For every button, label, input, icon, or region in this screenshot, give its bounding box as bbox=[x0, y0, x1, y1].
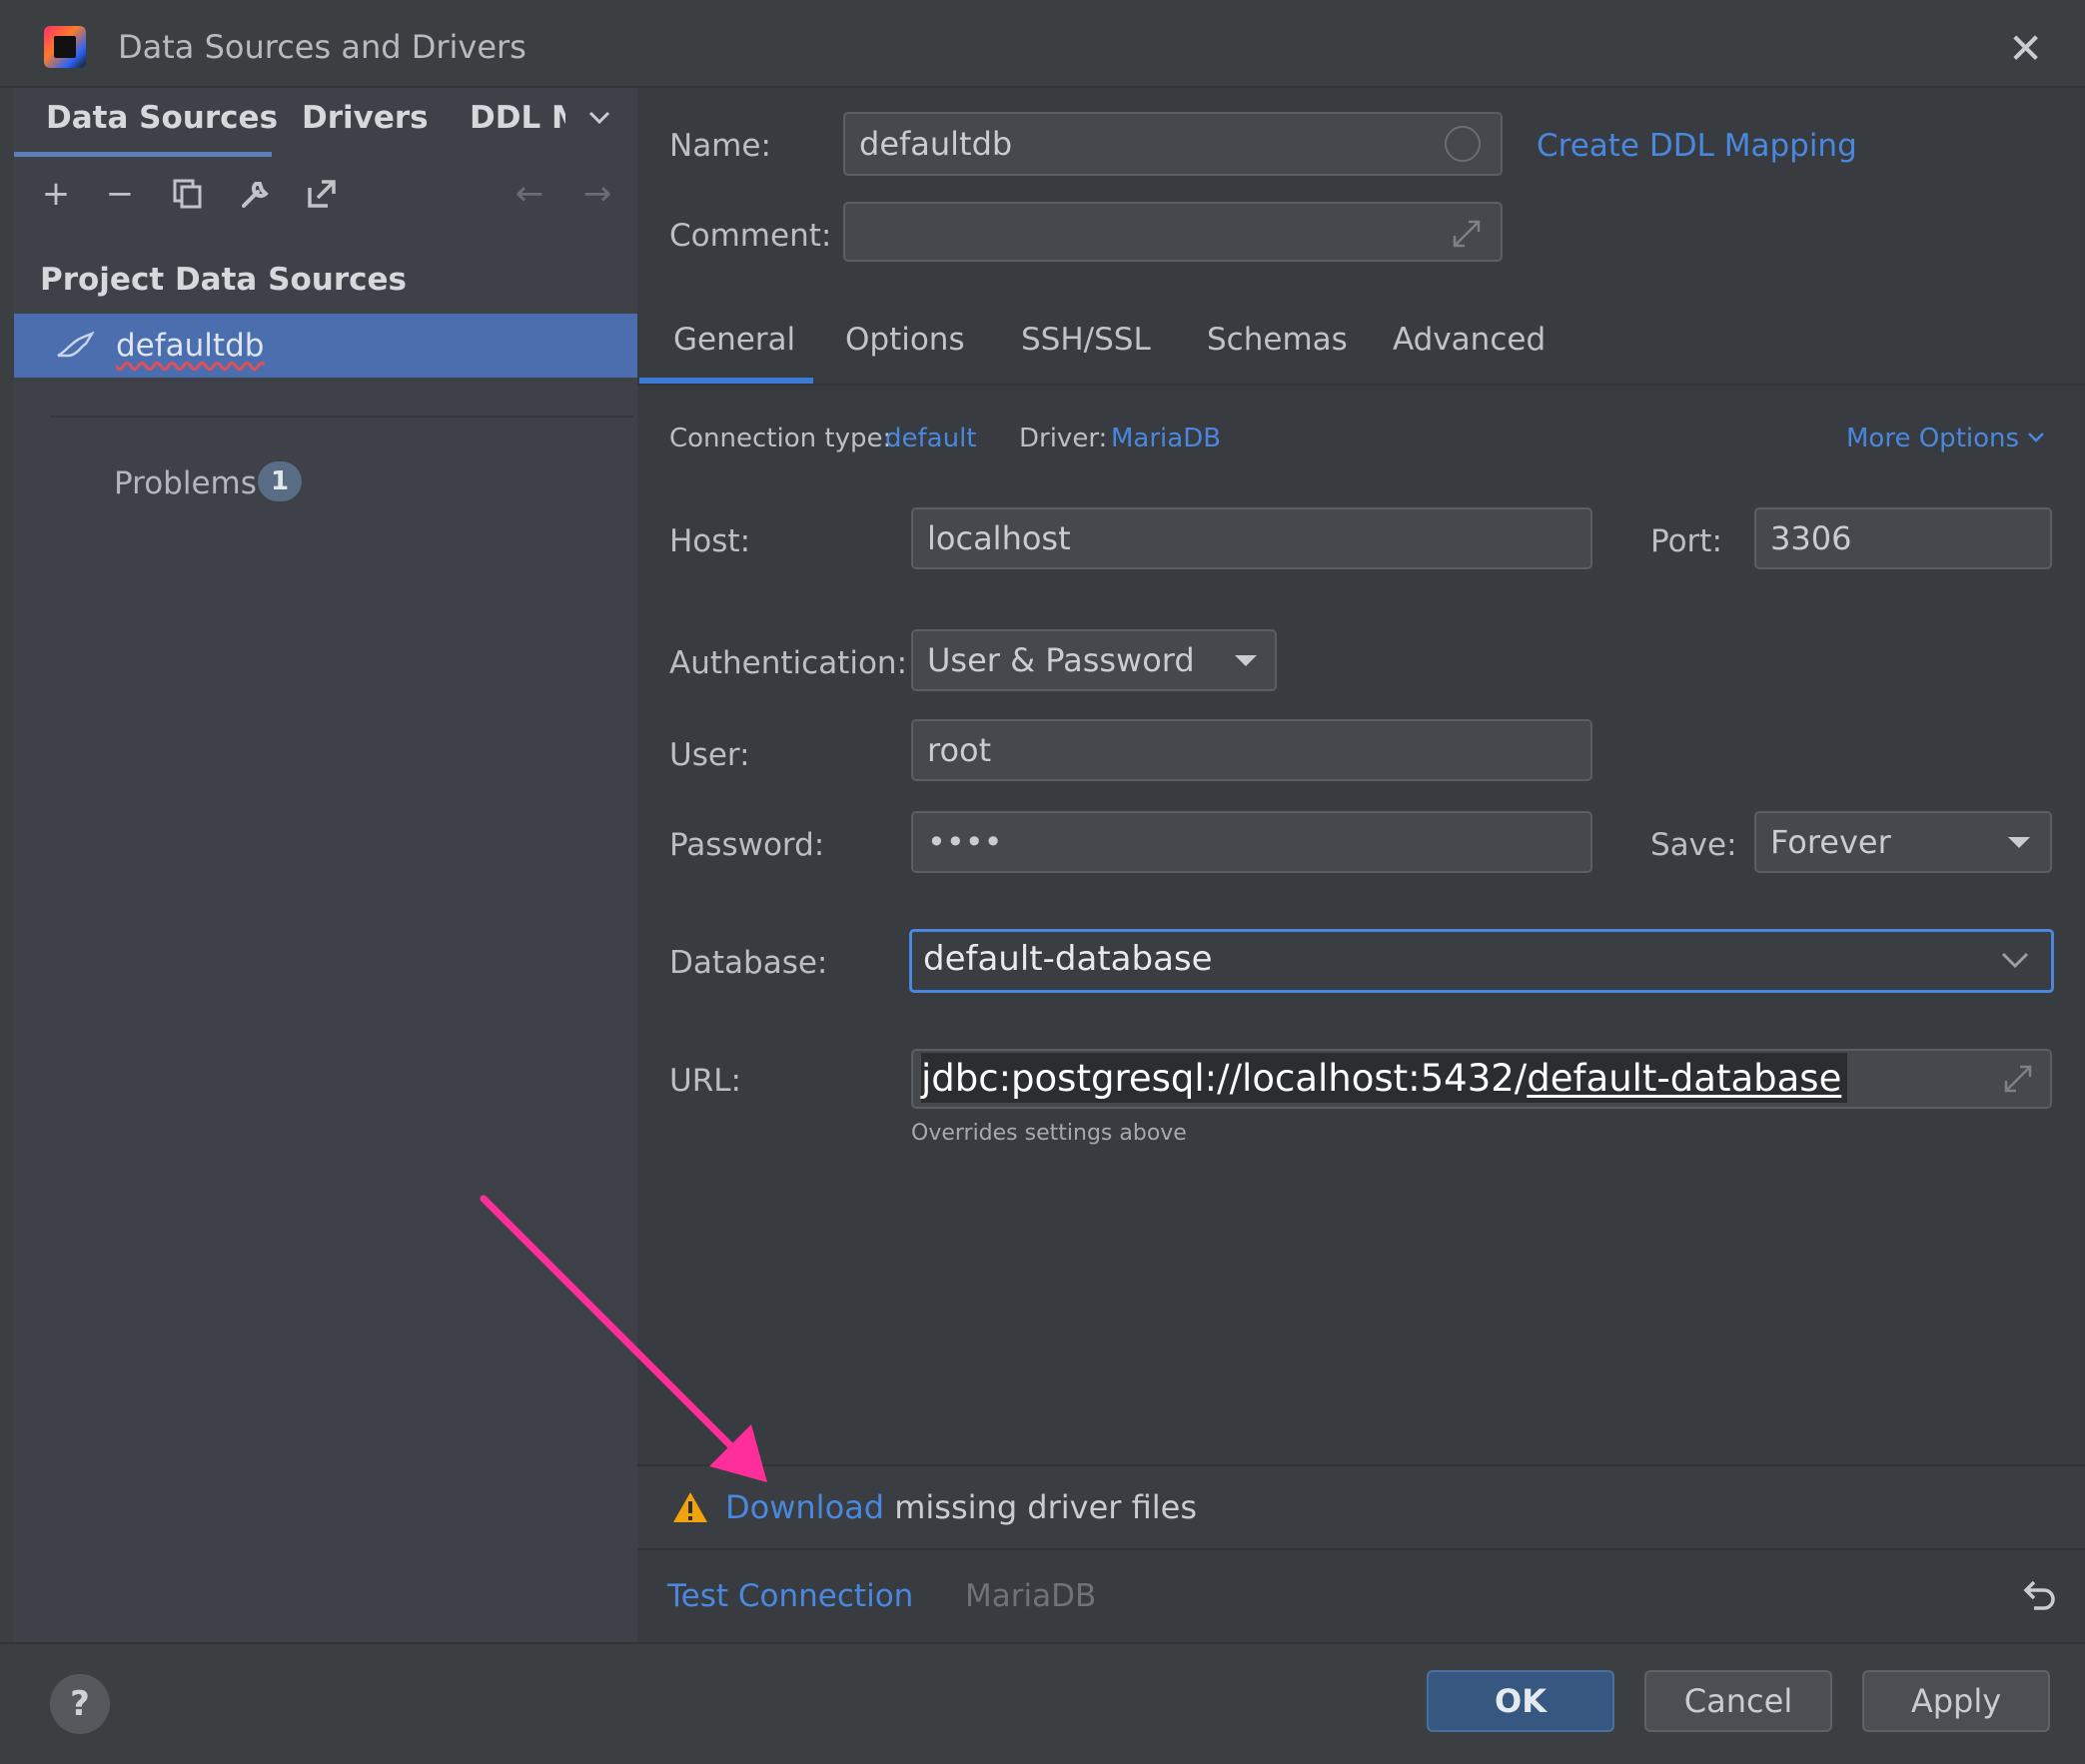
authentication-dropdown[interactable]: User & Password bbox=[911, 629, 1277, 691]
cancel-button[interactable]: Cancel bbox=[1644, 1670, 1832, 1732]
problems-count-badge: 1 bbox=[258, 461, 302, 501]
url-prefix: jdbc:postgresql://localhost:5432/ bbox=[921, 1056, 1528, 1100]
chevron-down-icon[interactable] bbox=[2000, 949, 2030, 971]
comment-label: Comment: bbox=[669, 218, 832, 254]
host-field[interactable]: localhost bbox=[911, 507, 1592, 569]
database-label: Database: bbox=[669, 945, 828, 981]
chevron-down-icon[interactable] bbox=[2026, 428, 2046, 447]
name-field[interactable]: defaultdb bbox=[843, 112, 1503, 176]
export-icon[interactable] bbox=[300, 172, 344, 216]
driver-link[interactable]: MariaDB bbox=[1111, 424, 1221, 453]
dropdown-arrow-icon bbox=[1235, 655, 1257, 666]
password-field[interactable]: •••• bbox=[911, 811, 1592, 873]
wrench-icon[interactable] bbox=[234, 172, 278, 216]
chevron-down-icon[interactable] bbox=[587, 106, 611, 130]
port-field[interactable]: 3306 bbox=[1754, 507, 2052, 569]
url-value: jdbc:postgresql://localhost:5432/default… bbox=[921, 1053, 1848, 1103]
name-value: defaultdb bbox=[859, 125, 1013, 163]
back-arrow-icon[interactable]: ← bbox=[508, 172, 551, 216]
active-tab-indicator bbox=[14, 152, 272, 157]
warning-message: Download missing driver files bbox=[725, 1488, 1197, 1526]
save-value: Forever bbox=[1770, 823, 1891, 861]
tab-options[interactable]: Options bbox=[845, 322, 965, 358]
create-ddl-mapping-link[interactable]: Create DDL Mapping bbox=[1537, 128, 1857, 164]
user-label: User: bbox=[669, 737, 750, 773]
forward-arrow-icon[interactable]: → bbox=[575, 172, 619, 216]
annotation-arrow-icon bbox=[480, 1195, 767, 1482]
authentication-label: Authentication: bbox=[669, 645, 908, 681]
download-link[interactable]: Download bbox=[725, 1488, 884, 1526]
dropdown-arrow-icon bbox=[2008, 837, 2030, 848]
section-title: Project Data Sources bbox=[40, 262, 407, 298]
mariadb-icon bbox=[57, 332, 95, 358]
database-value: default-database bbox=[923, 939, 1213, 979]
driver-label: Driver: bbox=[1019, 424, 1108, 453]
name-label: Name: bbox=[669, 128, 771, 164]
apply-button[interactable]: Apply bbox=[1862, 1670, 2050, 1732]
password-value: •••• bbox=[927, 823, 1003, 861]
help-button[interactable]: ? bbox=[50, 1674, 110, 1734]
tab-ssh-ssl[interactable]: SSH/SSL bbox=[1021, 322, 1151, 358]
tab-ddl-mappings[interactable]: DDL M bbox=[470, 100, 565, 136]
driver-name-label: MariaDB bbox=[965, 1578, 1097, 1614]
tabs-divider bbox=[637, 384, 2085, 386]
color-circle-icon[interactable] bbox=[1445, 126, 1481, 162]
problems-label[interactable]: Problems bbox=[114, 465, 257, 501]
close-icon[interactable]: ✕ bbox=[2008, 24, 2043, 73]
url-hint: Overrides settings above bbox=[911, 1121, 1187, 1146]
revert-icon[interactable] bbox=[2018, 1576, 2058, 1616]
user-value: root bbox=[927, 731, 992, 769]
url-label: URL: bbox=[669, 1063, 741, 1099]
expand-icon[interactable] bbox=[2002, 1063, 2034, 1095]
port-value: 3306 bbox=[1770, 519, 1852, 557]
more-options-link[interactable]: More Options bbox=[1846, 424, 2019, 453]
comment-field[interactable] bbox=[843, 202, 1503, 262]
save-label: Save: bbox=[1650, 827, 1737, 863]
url-database[interactable]: default-database bbox=[1527, 1057, 1841, 1100]
tab-advanced[interactable]: Advanced bbox=[1393, 322, 1546, 358]
host-label: Host: bbox=[669, 523, 751, 559]
duplicate-icon[interactable] bbox=[166, 172, 210, 216]
app-logo-icon bbox=[44, 26, 86, 68]
data-source-item[interactable] bbox=[14, 314, 637, 378]
tab-schemas[interactable]: Schemas bbox=[1207, 322, 1348, 358]
remove-icon[interactable]: − bbox=[98, 172, 142, 216]
warning-icon bbox=[673, 1492, 707, 1522]
host-value: localhost bbox=[927, 519, 1071, 557]
warning-text: missing driver files bbox=[884, 1488, 1198, 1526]
tab-data-sources[interactable]: Data Sources bbox=[46, 100, 278, 136]
tab-drivers[interactable]: Drivers bbox=[302, 100, 429, 136]
data-source-label[interactable]: defaultdb bbox=[116, 328, 264, 364]
active-tab-indicator bbox=[639, 378, 813, 384]
expand-icon[interactable] bbox=[1451, 218, 1483, 250]
port-label: Port: bbox=[1650, 523, 1722, 559]
connection-type-label: Connection type: bbox=[669, 424, 892, 453]
window-title: Data Sources and Drivers bbox=[118, 28, 526, 66]
add-icon[interactable]: + bbox=[34, 172, 78, 216]
connection-type-value[interactable]: default bbox=[885, 424, 976, 453]
test-connection-link[interactable]: Test Connection bbox=[667, 1578, 913, 1614]
ok-button[interactable]: OK bbox=[1427, 1670, 1614, 1732]
user-field[interactable]: root bbox=[911, 719, 1592, 781]
authentication-value: User & Password bbox=[927, 641, 1195, 679]
password-label: Password: bbox=[669, 827, 825, 863]
tab-general[interactable]: General bbox=[673, 322, 795, 358]
divider bbox=[50, 416, 633, 418]
